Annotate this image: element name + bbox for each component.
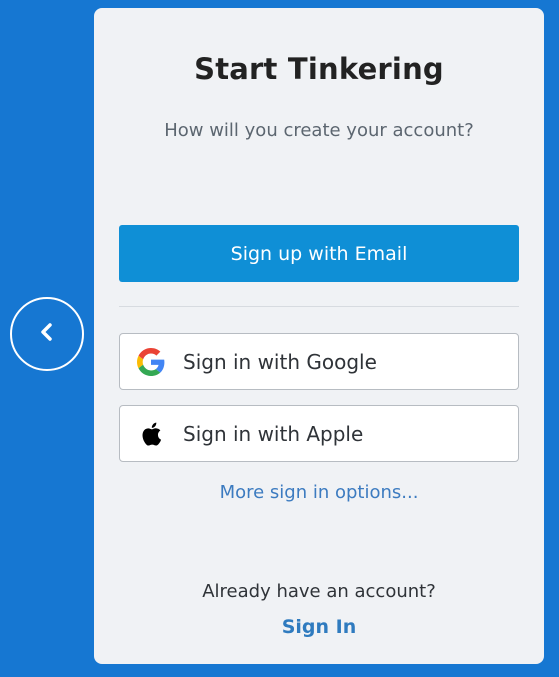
google-signin-button[interactable]: Sign in with Google bbox=[119, 333, 519, 390]
apple-signin-button[interactable]: Sign in with Apple bbox=[119, 405, 519, 462]
signup-card: Start Tinkering How will you create your… bbox=[94, 8, 544, 664]
signup-email-button[interactable]: Sign up with Email bbox=[119, 225, 519, 282]
divider bbox=[119, 306, 519, 307]
page-title: Start Tinkering bbox=[194, 52, 444, 86]
google-icon bbox=[136, 347, 166, 377]
apple-icon bbox=[136, 419, 166, 449]
google-signin-label: Sign in with Google bbox=[183, 349, 377, 374]
chevron-left-icon bbox=[38, 321, 56, 347]
more-signin-options-link[interactable]: More sign in options... bbox=[94, 482, 544, 503]
apple-signin-label: Sign in with Apple bbox=[183, 421, 364, 446]
page-background: { "card": { "title": "Start Tinkering", … bbox=[0, 0, 559, 677]
already-have-account-text: Already have an account? bbox=[202, 581, 436, 602]
signin-link[interactable]: Sign In bbox=[94, 616, 544, 638]
page-subtitle: How will you create your account? bbox=[164, 120, 474, 141]
back-button[interactable] bbox=[10, 297, 84, 371]
